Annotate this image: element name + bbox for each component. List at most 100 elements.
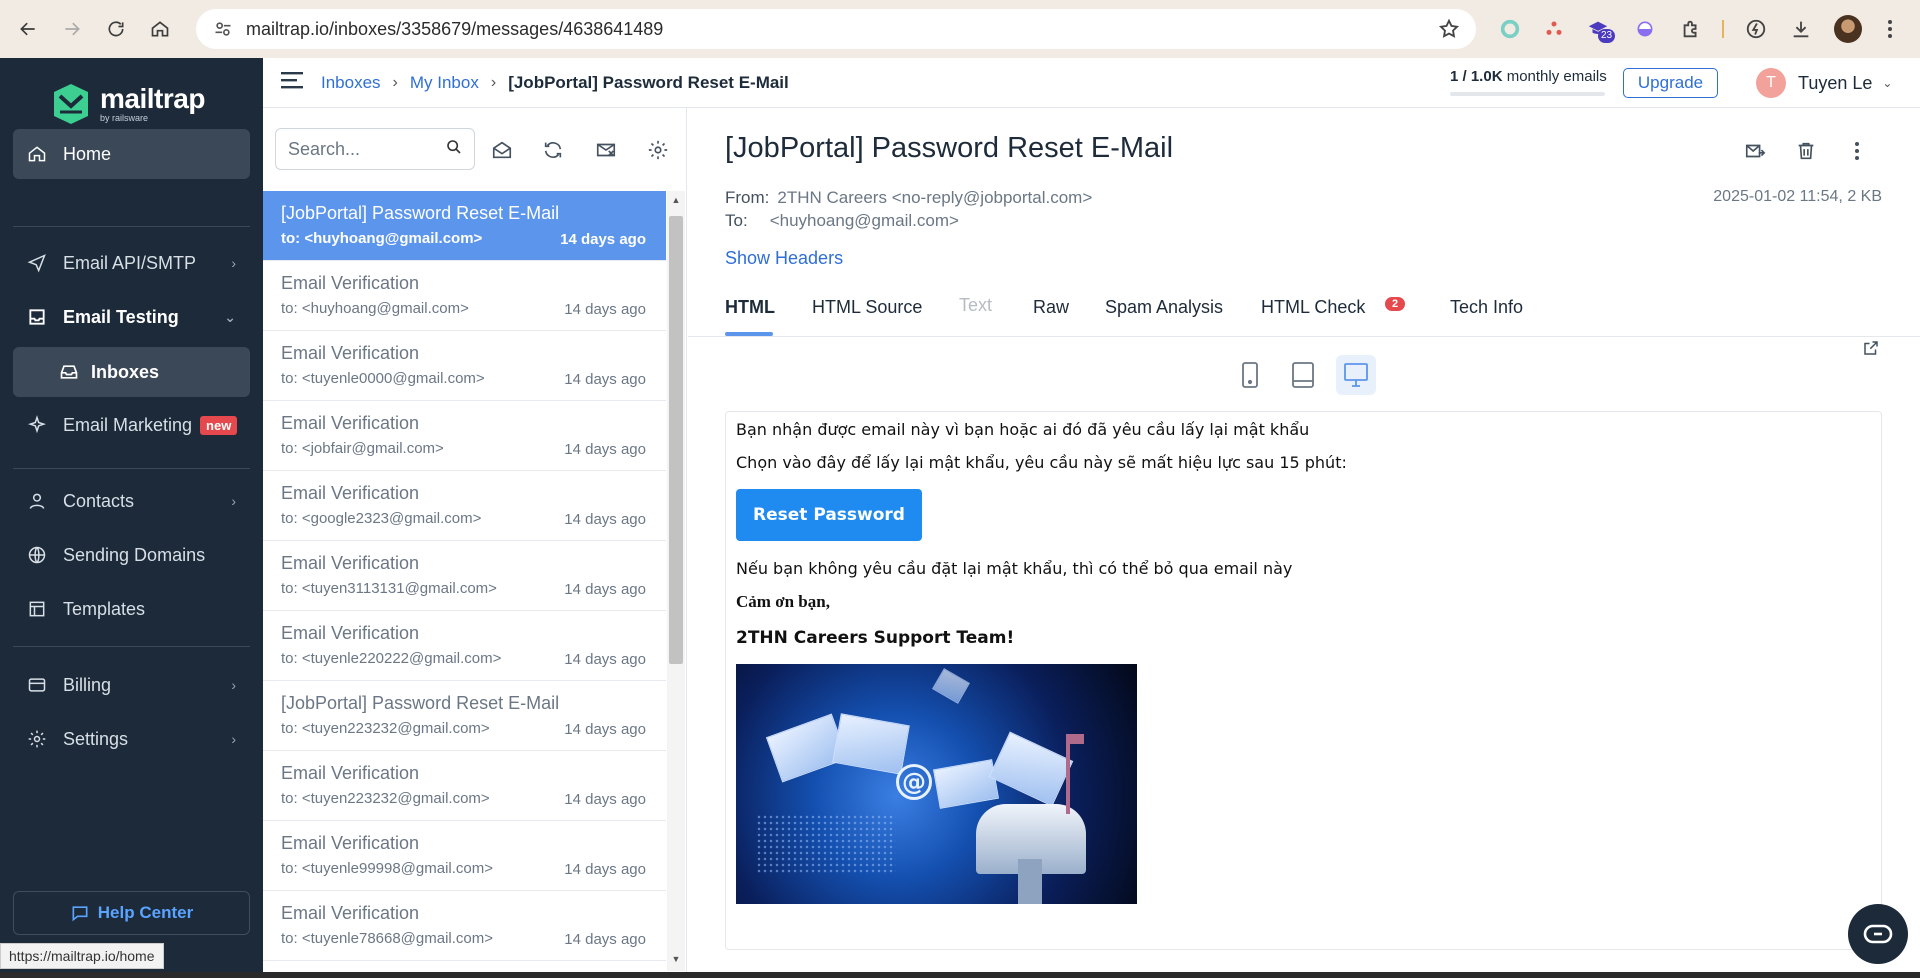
scroll-up-icon[interactable]: ▲ xyxy=(670,195,682,205)
list-item[interactable]: Email Verification to: <jobfair@gmail.co… xyxy=(263,401,666,471)
message-subject: Email Verification xyxy=(281,623,420,643)
desktop-view-icon[interactable] xyxy=(1336,355,1376,395)
tab-html-source[interactable]: HTML Source xyxy=(812,297,922,318)
message-subject: Email Verification xyxy=(281,273,420,293)
user-menu[interactable]: T Tuyen Le ⌄ xyxy=(1756,68,1892,98)
list-item[interactable]: Email Verification to: <tuyen223232@gmai… xyxy=(263,751,666,821)
sidebar-item-templates[interactable]: Templates xyxy=(13,584,250,634)
toolbar-divider xyxy=(1722,20,1724,38)
more-vertical-icon[interactable] xyxy=(1844,138,1870,164)
mailtrap-logo[interactable]: mailtrap by railsware xyxy=(50,82,205,126)
browser-menu-icon[interactable] xyxy=(1876,15,1904,43)
list-item[interactable]: Email Verification to: <tuyenle78668@gma… xyxy=(263,891,666,961)
topbar: Inboxes › My Inbox › [JobPortal] Passwor… xyxy=(263,58,1920,108)
back-icon[interactable] xyxy=(6,0,50,58)
taskbar-strip xyxy=(0,972,1920,978)
extensions-puzzle-icon[interactable] xyxy=(1677,15,1705,43)
sidebar-item-email-marketing[interactable]: Email Marketing new xyxy=(13,400,250,450)
breadcrumb: Inboxes › My Inbox › [JobPortal] Passwor… xyxy=(321,73,789,93)
breadcrumb-my-inbox[interactable]: My Inbox xyxy=(410,73,479,93)
list-item[interactable]: Email Verification to: <tuyenle99998@gma… xyxy=(263,821,666,891)
home-browser-icon[interactable] xyxy=(138,0,182,58)
open-external-icon[interactable] xyxy=(1862,339,1880,362)
extension-badge: 23 xyxy=(1598,29,1616,43)
sidebar-item-email-api[interactable]: Email API/SMTP › xyxy=(13,238,250,288)
trash-icon[interactable] xyxy=(1793,138,1819,164)
extension-grad-icon[interactable]: 23 xyxy=(1584,15,1616,43)
search-input[interactable]: Search... xyxy=(275,128,475,170)
chat-widget-button[interactable] xyxy=(1848,904,1908,964)
sidebar-item-inboxes[interactable]: Inboxes xyxy=(13,347,250,397)
performance-icon[interactable] xyxy=(1742,15,1770,43)
tab-raw[interactable]: Raw xyxy=(1033,297,1069,318)
forward-icon[interactable] xyxy=(50,0,94,58)
email-line-2: Chọn vào đây để lấy lại mật khẩu, yêu cầ… xyxy=(736,453,1347,472)
avatar: T xyxy=(1756,68,1786,98)
list-item[interactable]: Email Verification to: <huyhoang@gmail.c… xyxy=(263,261,666,331)
html-check-count-badge: 2 xyxy=(1385,297,1406,311)
scroll-down-icon[interactable]: ▼ xyxy=(670,954,682,964)
mark-read-icon[interactable] xyxy=(488,136,516,164)
message-subject: Email Verification xyxy=(281,413,420,433)
tab-html-check[interactable]: HTML Check xyxy=(1261,297,1365,318)
sidebar-item-sending-domains[interactable]: Sending Domains xyxy=(13,530,250,580)
chevron-right-icon: › xyxy=(392,73,398,91)
site-settings-icon[interactable] xyxy=(208,19,238,39)
sidebar-item-home[interactable]: Home xyxy=(13,129,250,179)
message-view: [JobPortal] Password Reset E-Mail From: 2… xyxy=(688,108,1920,972)
mobile-view-icon[interactable] xyxy=(1230,355,1270,395)
list-item[interactable]: [JobPortal] Password Reset E-Mail to: <h… xyxy=(263,191,666,261)
message-subject: [JobPortal] Password Reset E-Mail xyxy=(281,693,560,713)
list-item[interactable]: [JobPortal] Password Reset E-Mail to: <t… xyxy=(263,681,666,751)
profile-avatar-icon[interactable] xyxy=(1834,15,1862,43)
scrollbar-thumb[interactable] xyxy=(669,216,683,664)
message-age: 14 days ago xyxy=(564,861,646,878)
url-text[interactable]: mailtrap.io/inboxes/3358679/messages/463… xyxy=(246,19,663,40)
quota-label: monthly emails xyxy=(1506,68,1607,85)
tab-tech-info[interactable]: Tech Info xyxy=(1450,297,1523,318)
sidebar-item-label: Email Testing xyxy=(63,306,179,327)
message-age: 14 days ago xyxy=(564,651,646,668)
tablet-view-icon[interactable] xyxy=(1283,355,1323,395)
active-tab-indicator xyxy=(725,332,773,336)
tab-html[interactable]: HTML xyxy=(725,297,775,318)
breadcrumb-current: [JobPortal] Password Reset E-Mail xyxy=(508,72,789,92)
sidebar-item-email-testing[interactable]: Email Testing ⌄ xyxy=(13,292,250,342)
sidebar-item-contacts[interactable]: Contacts › xyxy=(13,476,250,526)
reload-icon[interactable] xyxy=(94,0,138,58)
clear-inbox-icon[interactable] xyxy=(592,136,620,164)
address-bar[interactable]: mailtrap.io/inboxes/3358679/messages/463… xyxy=(196,9,1476,49)
message-subject: Email Verification xyxy=(281,553,420,573)
refresh-icon[interactable] xyxy=(539,136,567,164)
upgrade-button[interactable]: Upgrade xyxy=(1623,68,1718,98)
email-hero-image: @ xyxy=(736,664,1137,904)
from-value: 2THN Careers <no-reply@jobportal.com> xyxy=(777,188,1093,207)
inbox-settings-icon[interactable] xyxy=(644,136,672,164)
globe-icon xyxy=(23,545,51,565)
sidebar-item-settings[interactable]: Settings › xyxy=(13,714,250,764)
extension-people-icon[interactable] xyxy=(1540,15,1568,43)
list-item[interactable]: Email Verification to: <tuyenle220222@gm… xyxy=(263,611,666,681)
list-item[interactable]: Email Verification to: <google2323@gmail… xyxy=(263,471,666,541)
show-headers-link[interactable]: Show Headers xyxy=(725,248,843,269)
download-icon[interactable] xyxy=(1787,15,1815,43)
extension-face-icon[interactable] xyxy=(1631,15,1659,43)
bookmark-star-icon[interactable] xyxy=(1438,18,1460,45)
message-subject: Email Verification xyxy=(281,763,420,783)
new-badge: new xyxy=(200,415,238,435)
list-item[interactable]: Email Verification to: <tuyen3113131@gma… xyxy=(263,541,666,611)
breadcrumb-inboxes[interactable]: Inboxes xyxy=(321,73,381,93)
inbox-tray-icon xyxy=(23,307,51,327)
menu-toggle-icon[interactable] xyxy=(281,71,305,94)
list-item[interactable]: Email Verification to: <tuyenle0000@gmai… xyxy=(263,331,666,401)
extension-ring-icon[interactable] xyxy=(1496,15,1524,43)
sidebar-item-label: Sending Domains xyxy=(63,544,206,565)
sidebar-item-billing[interactable]: Billing › xyxy=(13,660,250,710)
email-preview: Bạn nhận được email này vì bạn hoặc ai đ… xyxy=(725,411,1882,950)
search-icon xyxy=(446,139,462,160)
tab-spam-analysis[interactable]: Spam Analysis xyxy=(1105,297,1223,318)
message-age: 14 days ago xyxy=(564,511,646,528)
help-center-button[interactable]: Help Center xyxy=(13,891,250,935)
reset-password-button[interactable]: Reset Password xyxy=(736,489,922,541)
forward-mail-icon[interactable] xyxy=(1742,138,1768,164)
